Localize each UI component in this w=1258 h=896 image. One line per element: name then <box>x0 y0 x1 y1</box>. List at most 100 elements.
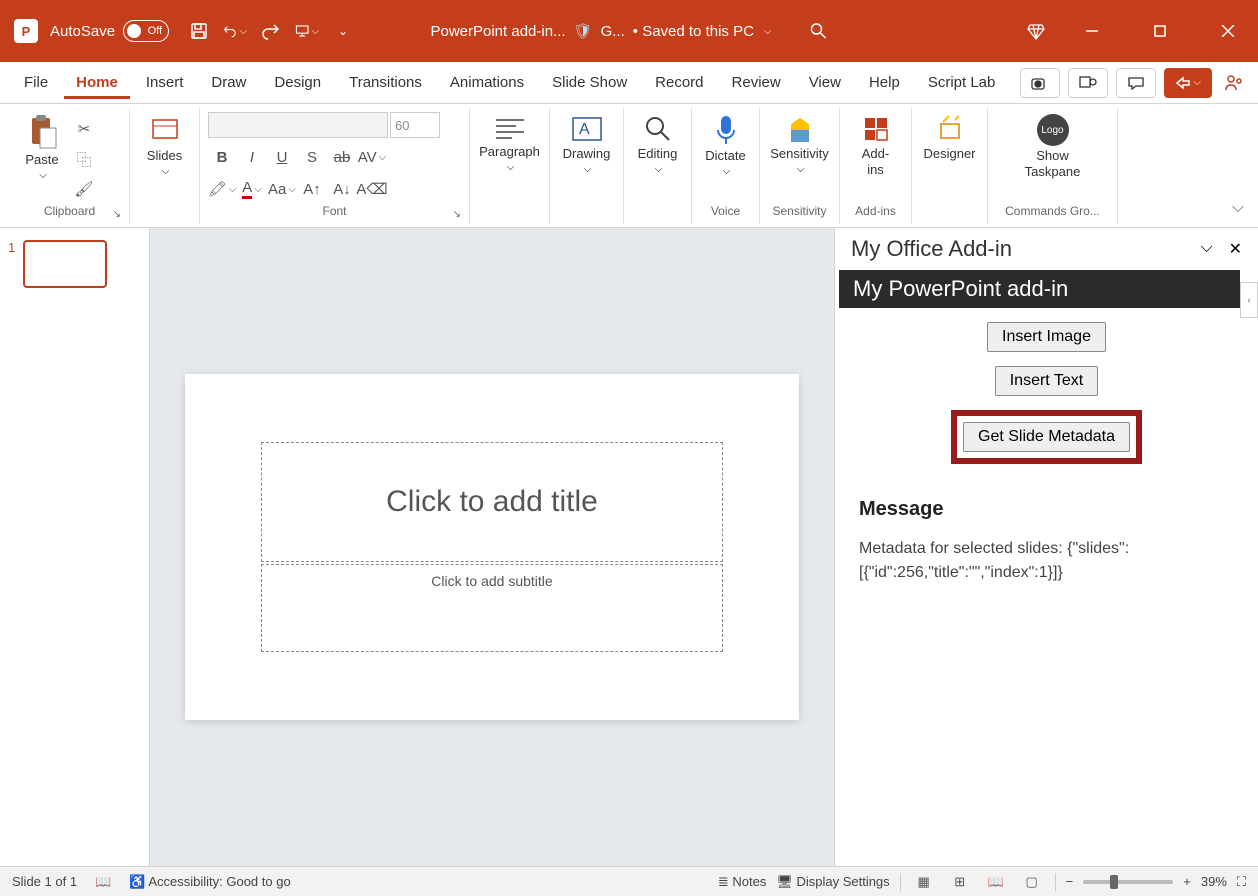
maximize-button[interactable] <box>1138 16 1182 46</box>
search-icon[interactable] <box>810 22 828 40</box>
message-section: Message Metadata for selected slides: {"… <box>855 478 1238 605</box>
tab-transitions[interactable]: Transitions <box>337 66 434 99</box>
tab-insert[interactable]: Insert <box>134 66 196 99</box>
show-taskpane-button[interactable]: Logo ShowTaskpane <box>1019 112 1087 181</box>
normal-view-icon[interactable]: ▦ <box>911 871 937 893</box>
dictate-button[interactable]: Dictate ⌵ <box>700 112 751 179</box>
slides-button[interactable]: Slides ⌵ <box>141 112 189 179</box>
tab-home[interactable]: Home <box>64 66 130 99</box>
zoom-level[interactable]: 39% <box>1201 874 1227 889</box>
taskpane-collapse-tab[interactable]: ‹ <box>1240 282 1258 318</box>
sensitivity-short: G... <box>601 23 625 40</box>
change-case-button[interactable]: Aa⌵ <box>268 176 296 202</box>
zoom-slider[interactable] <box>1083 880 1173 884</box>
taskpane-header: My Office Add-in ⌵ ✕ <box>835 228 1258 270</box>
thumbnail-item[interactable]: 1 <box>8 240 141 288</box>
collapse-ribbon-icon[interactable]: ⌵ <box>1232 199 1244 217</box>
spellcheck-icon[interactable]: 📖 <box>95 874 111 890</box>
bold-button[interactable]: B <box>208 144 236 170</box>
tab-draw[interactable]: Draw <box>199 66 258 99</box>
comments-button[interactable] <box>1116 68 1156 98</box>
clear-format-button[interactable]: A⌫ <box>358 176 386 202</box>
task-pane: My Office Add-in ⌵ ✕ My PowerPoint add-i… <box>834 228 1258 866</box>
sorter-view-icon[interactable]: ⊞ <box>947 871 973 893</box>
group-font: B I U S ab AV⌵ 🖍⌵ A⌵ Aa⌵ A↑ A↓ A⌫ Font↘ <box>200 108 470 224</box>
present-icon[interactable]: ⌵ <box>295 19 319 43</box>
toggle-switch[interactable]: Off <box>123 20 169 42</box>
shrink-font-button[interactable]: A↓ <box>328 176 356 202</box>
minimize-button[interactable] <box>1070 16 1114 46</box>
chevron-down-icon[interactable]: ⌵ <box>764 26 772 37</box>
font-size-select[interactable] <box>390 112 440 138</box>
zoom-out-button[interactable]: − <box>1066 874 1074 889</box>
diamond-icon[interactable] <box>1026 21 1046 41</box>
teams-button[interactable] <box>1068 68 1108 98</box>
collab-button[interactable] <box>1220 70 1248 96</box>
taskpane-body: Insert Image Insert Text Get Slide Metad… <box>835 308 1258 619</box>
toggle-state: Off <box>148 25 162 37</box>
shadow-button[interactable]: S <box>298 144 326 170</box>
title-right <box>1026 16 1250 46</box>
title-center: PowerPoint add-in... 🛡 G... • Saved to t… <box>430 22 827 40</box>
thumbnail-panel: 1 <box>0 228 150 866</box>
paste-button[interactable]: Paste ⌵ <box>18 112 66 183</box>
slide-canvas[interactable]: Click to add title Click to add subtitle <box>185 374 799 720</box>
reading-view-icon[interactable]: 📖 <box>983 871 1009 893</box>
paragraph-button[interactable]: Paragraph ⌵ <box>478 112 541 175</box>
copy-icon[interactable]: ⿻ <box>70 146 98 172</box>
tab-file[interactable]: File <box>12 66 60 99</box>
get-slide-metadata-button[interactable]: Get Slide Metadata <box>963 422 1130 452</box>
close-button[interactable] <box>1206 16 1250 46</box>
zoom-in-button[interactable]: + <box>1183 874 1191 889</box>
font-family-select[interactable] <box>208 112 388 138</box>
character-spacing-button[interactable]: AV⌵ <box>358 144 386 170</box>
italic-button[interactable]: I <box>238 144 266 170</box>
editing-button[interactable]: Editing ⌵ <box>632 112 683 177</box>
sensitivity-button[interactable]: Sensitivity ⌵ <box>768 112 831 177</box>
app-icon: P <box>14 19 38 43</box>
autosave-toggle[interactable]: AutoSave Off <box>50 20 169 42</box>
format-painter-icon[interactable]: 🖌 <box>70 176 98 202</box>
addins-button[interactable]: Add-ins <box>848 112 903 179</box>
clipboard-launcher[interactable]: ↘ <box>113 209 121 220</box>
taskpane-close-icon[interactable]: ✕ <box>1229 239 1242 259</box>
undo-icon[interactable]: ⌵ <box>223 19 247 43</box>
font-launcher[interactable]: ↘ <box>453 209 461 220</box>
title-placeholder[interactable]: Click to add title <box>261 442 723 562</box>
insert-text-button[interactable]: Insert Text <box>995 366 1099 396</box>
slide-canvas-area: Click to add title Click to add subtitle <box>150 228 834 866</box>
notes-button[interactable]: ≣ Notes <box>718 874 766 890</box>
taskpane-dropdown-icon[interactable]: ⌵ <box>1200 239 1212 259</box>
drawing-button[interactable]: A Drawing ⌵ <box>558 112 615 177</box>
subtitle-placeholder[interactable]: Click to add subtitle <box>261 564 723 652</box>
share-button[interactable]: ⌵ <box>1164 68 1212 98</box>
strikethrough-button[interactable]: ab <box>328 144 356 170</box>
underline-button[interactable]: U <box>268 144 296 170</box>
tab-help[interactable]: Help <box>857 66 912 99</box>
slideshow-view-icon[interactable]: ▢ <box>1019 871 1045 893</box>
tab-review[interactable]: Review <box>720 66 793 99</box>
highlight-button[interactable]: 🖍⌵ <box>208 176 236 202</box>
tab-design[interactable]: Design <box>262 66 333 99</box>
tab-record[interactable]: Record <box>643 66 715 99</box>
tab-scriptlab[interactable]: Script Lab <box>916 66 1008 99</box>
redo-icon[interactable] <box>259 19 283 43</box>
thumbnail-preview[interactable] <box>23 240 107 288</box>
qat-customize-icon[interactable]: ⌄ <box>331 19 355 43</box>
camera-button[interactable] <box>1020 68 1060 98</box>
tab-view[interactable]: View <box>797 66 853 99</box>
slide-counter[interactable]: Slide 1 of 1 <box>12 874 77 889</box>
cut-icon[interactable]: ✂ <box>70 116 98 142</box>
font-color-button[interactable]: A⌵ <box>238 176 266 202</box>
tab-animations[interactable]: Animations <box>438 66 536 99</box>
fit-to-window-icon[interactable]: ⛶ <box>1237 874 1246 890</box>
designer-button[interactable]: Designer <box>920 112 979 164</box>
tab-slideshow[interactable]: Slide Show <box>540 66 639 99</box>
svg-text:A: A <box>579 121 590 138</box>
logo-icon: Logo <box>1037 114 1069 146</box>
grow-font-button[interactable]: A↑ <box>298 176 326 202</box>
accessibility-status[interactable]: ♿ Accessibility: Good to go <box>129 874 290 890</box>
insert-image-button[interactable]: Insert Image <box>987 322 1106 352</box>
display-settings-button[interactable]: 🖥 Display Settings <box>776 874 889 890</box>
save-icon[interactable] <box>187 19 211 43</box>
